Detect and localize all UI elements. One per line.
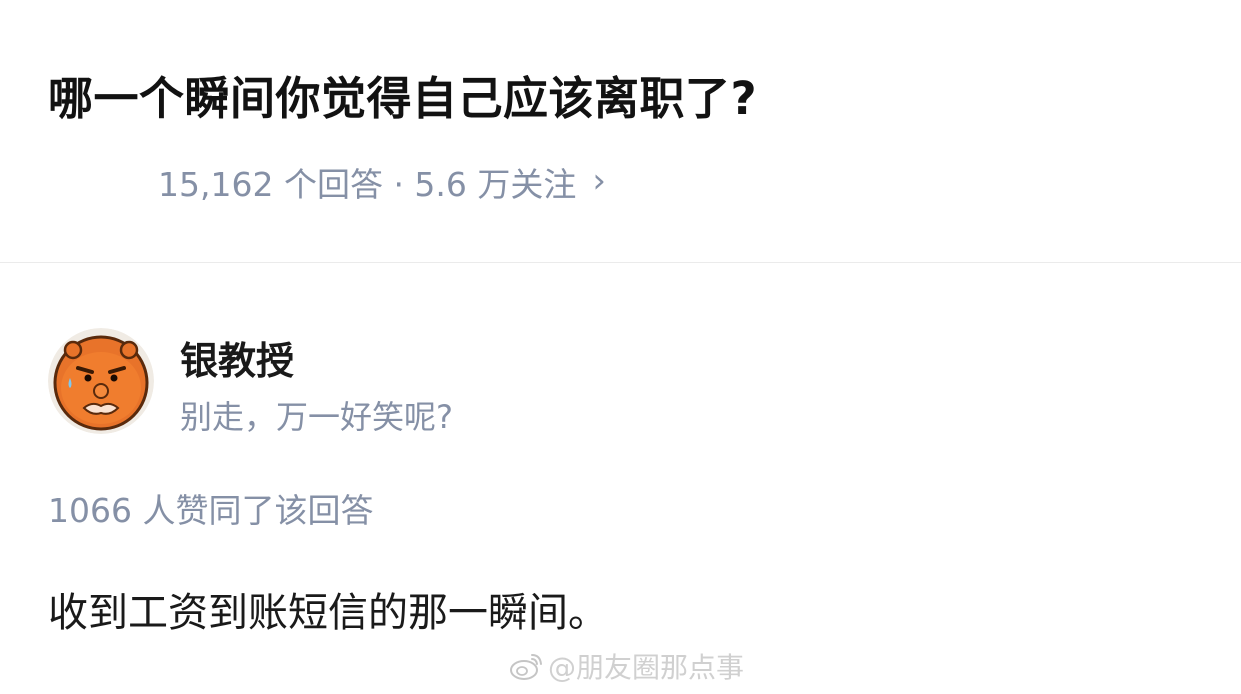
weibo-icon [510, 654, 542, 680]
divider [0, 262, 1241, 263]
chevron-right-icon: › [592, 161, 607, 201]
question-title[interactable]: 哪一个瞬间你觉得自己应该离职了? [48, 62, 757, 127]
answer-follow-count: 15,162 个回答 · 5.6 万关注 [158, 165, 577, 204]
author-name[interactable]: 银教授 [180, 330, 294, 385]
watermark-text: @朋友圈那点事 [548, 651, 745, 684]
vote-info: 1066 人赞同了该回答 [48, 491, 374, 530]
author-bio: 别走，万一好笑呢? [180, 398, 453, 436]
watermark: @朋友圈那点事 [508, 646, 744, 686]
question-meta-link[interactable]: 15,162 个回答 · 5.6 万关注 › [158, 158, 606, 206]
avatar[interactable] [48, 328, 154, 434]
answer-content[interactable]: 收到工资到账短信的那一瞬间。 [48, 580, 608, 638]
